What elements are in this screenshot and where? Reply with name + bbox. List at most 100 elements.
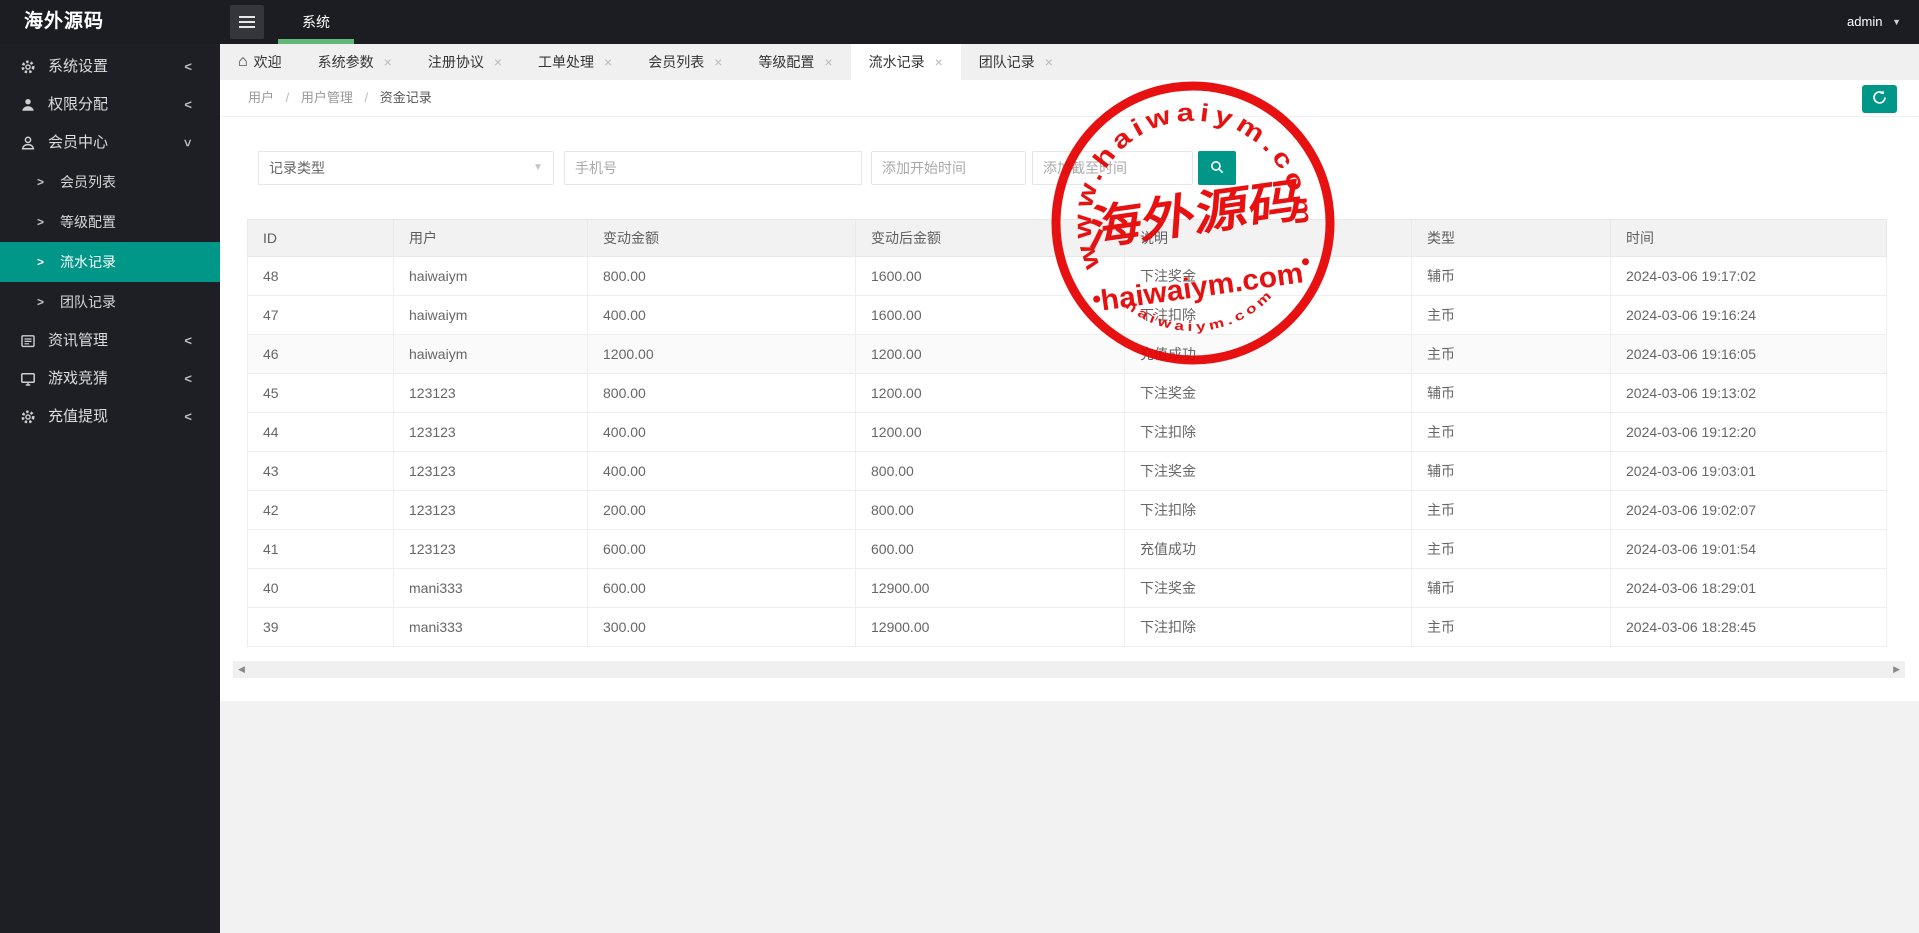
close-icon[interactable]: × (384, 54, 392, 70)
cell-after: 1200.00 (856, 335, 1125, 374)
chevron-left-icon: < (184, 398, 192, 436)
arrow-right-icon: > (37, 242, 44, 282)
tab-system-params[interactable]: 系统参数 × (300, 44, 410, 80)
tab-level-config[interactable]: 等级配置 × (740, 44, 850, 80)
hamburger-icon[interactable] (230, 5, 264, 39)
active-indicator (278, 39, 354, 44)
tab-team-records[interactable]: 团队记录 × (961, 44, 1071, 80)
sidebar-item-team-records[interactable]: > 团队记录 (0, 282, 220, 322)
close-icon[interactable]: × (935, 54, 943, 70)
close-icon[interactable]: × (494, 54, 502, 70)
table-row: 43123123400.00800.00下注奖金辅币2024-03-06 19:… (248, 452, 1887, 491)
tab-label: 等级配置 (758, 52, 814, 72)
cell-amount: 600.00 (588, 530, 856, 569)
cell-amount: 1200.00 (588, 335, 856, 374)
topnav-item-system[interactable]: 系统 (278, 0, 354, 44)
search-button[interactable] (1198, 151, 1236, 185)
breadcrumb-item-user[interactable]: 用户 (248, 90, 274, 105)
cell-id: 41 (248, 530, 394, 569)
refresh-icon (1871, 89, 1888, 109)
cell-user: haiwaiym (394, 335, 588, 374)
cell-time: 2024-03-06 18:28:45 (1611, 608, 1887, 647)
cell-note: 充值成功 (1125, 335, 1412, 374)
cell-note: 下注奖金 (1125, 257, 1412, 296)
chevron-left-icon: < (184, 86, 192, 124)
cell-type: 主币 (1412, 608, 1611, 647)
breadcrumb-item-user-management[interactable]: 用户管理 (301, 90, 353, 105)
sidebar-subitem-label: 会员列表 (60, 162, 116, 202)
sidebar-item-level-config[interactable]: > 等级配置 (0, 202, 220, 242)
tab-label: 注册协议 (428, 52, 484, 72)
cell-note: 下注奖金 (1125, 374, 1412, 413)
tabbar: ⌂ 欢迎 系统参数 × 注册协议 × 工单处理 × 会员列表 × 等级配置 × … (220, 44, 1919, 80)
col-type: 类型 (1412, 220, 1611, 257)
close-icon[interactable]: × (714, 54, 722, 70)
sidebar-submenu: > 会员列表 > 等级配置 > 流水记录 > 团队记录 (0, 162, 220, 322)
sidebar-item-label: 资讯管理 (48, 322, 108, 360)
sidebar-item-recharge-withdraw[interactable]: 充值提现 < (0, 398, 220, 436)
col-amount: 变动金额 (588, 220, 856, 257)
sidebar-item-label: 权限分配 (48, 86, 108, 124)
record-type-select[interactable]: 记录类型 ▼ (258, 151, 554, 185)
cell-after: 800.00 (856, 491, 1125, 530)
sidebar-item-flow-records[interactable]: > 流水记录 (0, 242, 220, 282)
start-time-input[interactable] (871, 151, 1026, 185)
sidebar-item-label: 游戏竞猜 (48, 360, 108, 398)
scroll-right-icon[interactable]: ▶ (1893, 661, 1900, 678)
sidebar-subitem-label: 等级配置 (60, 202, 116, 242)
cell-time: 2024-03-06 19:16:24 (1611, 296, 1887, 335)
col-user: 用户 (394, 220, 588, 257)
sidebar-item-system-settings[interactable]: 系统设置 < (0, 48, 220, 86)
end-time-input[interactable] (1032, 151, 1193, 185)
cell-id: 47 (248, 296, 394, 335)
sidebar-item-game-betting[interactable]: 游戏竞猜 < (0, 360, 220, 398)
cell-user: haiwaiym (394, 296, 588, 335)
arrow-right-icon: > (37, 162, 44, 202)
sidebar-item-member-list[interactable]: > 会员列表 (0, 162, 220, 202)
tab-member-list[interactable]: 会员列表 × (630, 44, 740, 80)
tab-register-agreement[interactable]: 注册协议 × (410, 44, 520, 80)
cell-user: 123123 (394, 530, 588, 569)
breadcrumb-item-current: 资金记录 (380, 90, 432, 105)
tab-flow-records[interactable]: 流水记录 × (851, 44, 961, 80)
home-icon: ⌂ (238, 53, 248, 71)
cell-type: 辅币 (1412, 257, 1611, 296)
sidebar-item-news[interactable]: 资讯管理 < (0, 322, 220, 360)
col-note: 说明 (1125, 220, 1412, 257)
close-icon[interactable]: × (824, 54, 832, 70)
cell-user: mani333 (394, 569, 588, 608)
cell-type: 辅币 (1412, 569, 1611, 608)
cell-user: 123123 (394, 452, 588, 491)
cell-user: mani333 (394, 608, 588, 647)
search-icon (1209, 159, 1225, 178)
username: admin (1847, 14, 1882, 29)
table-row: 48haiwaiym800.001600.00下注奖金辅币2024-03-06 … (248, 257, 1887, 296)
cell-after: 1200.00 (856, 413, 1125, 452)
close-icon[interactable]: × (604, 54, 612, 70)
table-row: 39mani333300.0012900.00下注扣除主币2024-03-06 … (248, 608, 1887, 647)
sidebar-item-member-center[interactable]: 会员中心 < (0, 124, 220, 162)
topbar: 海外源码 系统 admin ▼ (0, 0, 1919, 44)
caret-down-icon: ▼ (1892, 17, 1901, 27)
tab-welcome[interactable]: ⌂ 欢迎 (220, 44, 300, 80)
refresh-button[interactable] (1862, 85, 1897, 113)
user-menu[interactable]: admin ▼ (1847, 0, 1901, 44)
scroll-left-icon[interactable]: ◀ (238, 661, 245, 678)
table-row: 45123123800.001200.00下注奖金辅币2024-03-06 19… (248, 374, 1887, 413)
close-icon[interactable]: × (1045, 54, 1053, 70)
user-icon (20, 135, 36, 151)
record-type-placeholder: 记录类型 (269, 152, 325, 184)
sidebar-item-label: 充值提现 (48, 398, 108, 436)
cell-user: 123123 (394, 374, 588, 413)
horizontal-scrollbar[interactable]: ◀ ▶ (233, 661, 1905, 678)
sidebar-item-permissions[interactable]: 权限分配 < (0, 86, 220, 124)
breadcrumb: 用户 / 用户管理 / 资金记录 (248, 80, 432, 116)
gear-icon (20, 59, 36, 75)
topnav-label: 系统 (302, 14, 330, 30)
cell-after: 12900.00 (856, 569, 1125, 608)
phone-input[interactable] (564, 151, 862, 185)
tab-work-orders[interactable]: 工单处理 × (520, 44, 630, 80)
breadcrumb-separator: / (286, 90, 290, 105)
sidebar-subitem-label: 团队记录 (60, 282, 116, 322)
cell-user: 123123 (394, 491, 588, 530)
